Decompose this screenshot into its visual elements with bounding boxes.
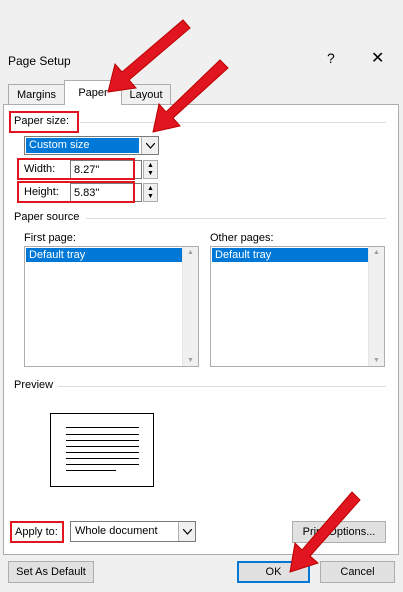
- arrow-paper-tab-icon: [107, 19, 191, 93]
- annotation-arrows: [107, 19, 361, 573]
- arrow-paper-size-icon: [152, 59, 229, 133]
- arrow-ok-button-icon: [289, 491, 361, 573]
